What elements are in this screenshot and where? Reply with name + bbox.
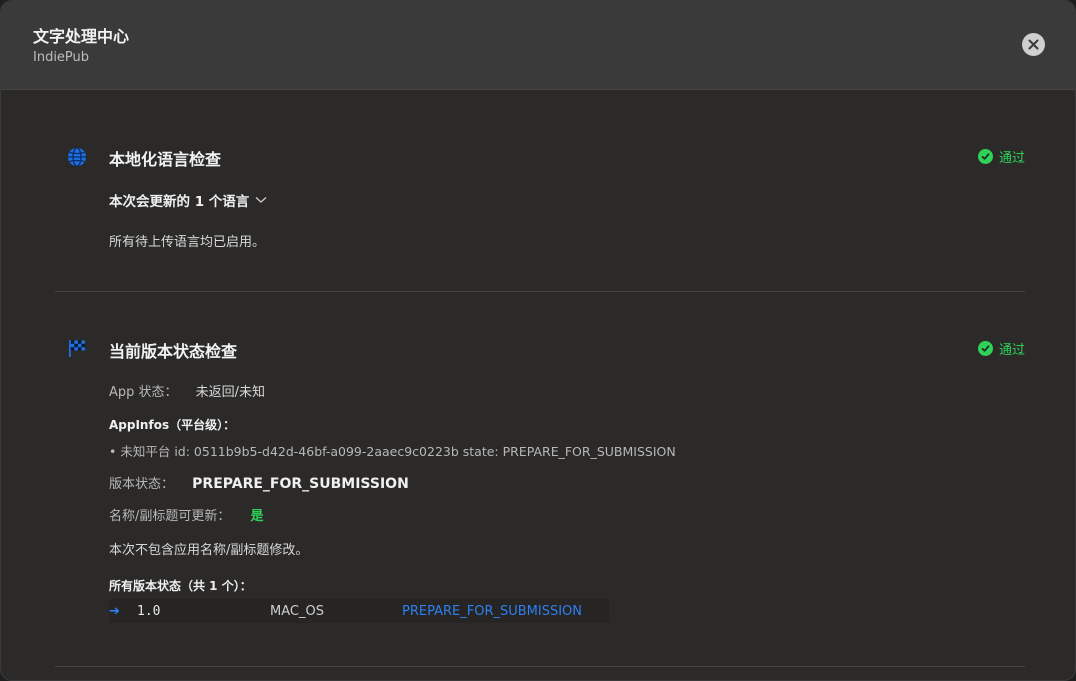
name-updatable-value: 是 [250, 509, 264, 524]
section-divider [55, 291, 1025, 292]
version-check-status-label: 通过 [998, 343, 1025, 358]
close-button[interactable] [1022, 33, 1045, 56]
arrow-right-icon: ➔ [109, 603, 120, 619]
language-dropdown[interactable]: 本次会更新的 1 个语言 [109, 190, 267, 210]
localization-title: 本地化语言检查 [109, 150, 222, 169]
version-check-status: 通过 [977, 339, 1025, 358]
appinfos-item: • 未知平台 id: 0511b9b5-d42d-46bf-a099-2aaec… [109, 444, 676, 459]
version-row[interactable]: ➔ 1.0 MAC_OS PREPARE_FOR_SUBMISSION [109, 599, 609, 623]
section-divider [55, 666, 1025, 667]
globe-icon [66, 146, 88, 168]
window-header: 文字处理中心 IndiePub [1, 1, 1075, 90]
app-state-label: App 状态： [109, 385, 178, 400]
version-number: 1.0 [137, 603, 161, 619]
version-check-title: 当前版本状态检查 [109, 342, 238, 361]
all-versions-label: 所有版本状态（共 1 个）： [109, 579, 252, 593]
app-state-row: App 状态： 未返回/未知 [109, 381, 265, 400]
language-dropdown-label: 本次会更新的 1 个语言 [109, 194, 250, 210]
localization-status: 通过 [977, 147, 1025, 166]
version-state-label: 版本状态： [109, 477, 175, 492]
name-change-note: 本次不包含应用名称/副标题修改。 [109, 543, 309, 558]
chevron-down-icon [255, 197, 267, 203]
app-state-value: 未返回/未知 [195, 385, 266, 400]
window-subtitle: IndiePub [33, 50, 90, 65]
window-title: 文字处理中心 [33, 27, 130, 46]
check-circle-icon [977, 341, 993, 356]
localization-status-label: 通过 [998, 151, 1025, 166]
checkered-flag-icon [66, 337, 88, 359]
version-state-value: PREPARE_FOR_SUBMISSION [192, 476, 409, 492]
processing-center-window: 文字处理中心 IndiePub 本地化语言检查 通过 本次会更新的 1 个语言 … [0, 0, 1076, 681]
close-icon [1028, 39, 1039, 50]
version-state-row: 版本状态： PREPARE_FOR_SUBMISSION [109, 473, 409, 492]
appinfos-label: AppInfos（平台级）： [109, 418, 236, 432]
localization-section: 本地化语言检查 通过 本次会更新的 1 个语言 所有待上传语言均已启用。 [55, 90, 1025, 290]
content-area: 本地化语言检查 通过 本次会更新的 1 个语言 所有待上传语言均已启用。 当前版… [1, 90, 1075, 680]
version-platform: MAC_OS [270, 603, 324, 619]
name-updatable-row: 名称/副标题可更新： 是 [109, 505, 264, 524]
localization-message: 所有待上传语言均已启用。 [109, 235, 266, 250]
name-updatable-label: 名称/副标题可更新： [109, 509, 231, 524]
check-circle-icon [977, 149, 993, 164]
version-state-link[interactable]: PREPARE_FOR_SUBMISSION [402, 604, 582, 619]
